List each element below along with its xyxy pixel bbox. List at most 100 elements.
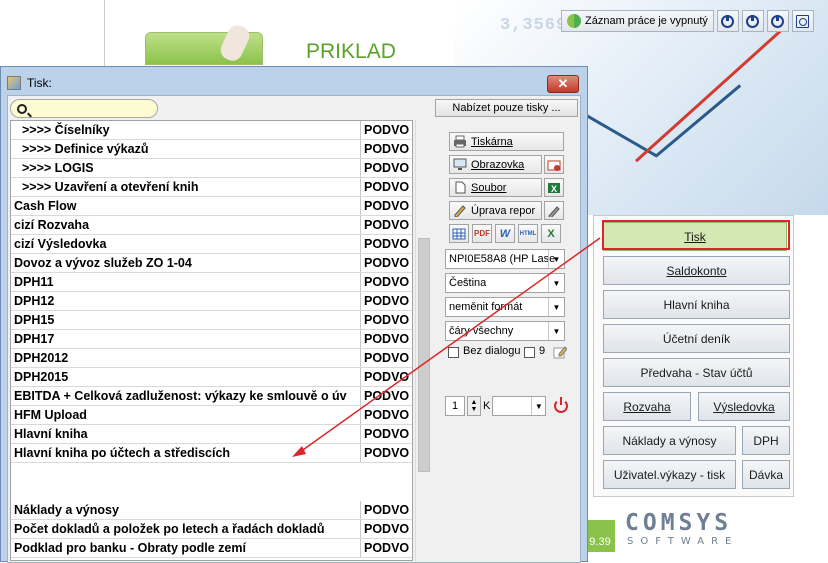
table-row[interactable]: Hlavní kniha po účtech a střediscích PODV… [11, 444, 412, 463]
work-log-status-label: Záznam práce je vypnutý [585, 15, 708, 27]
format-select-value: neměnit formát [449, 301, 523, 313]
report-type-cell: PODVO [364, 503, 410, 517]
table-row[interactable]: Podklad pro banku - Obraty podle zemí POD… [11, 539, 412, 558]
table-row[interactable]: DPH12 PODVO [11, 292, 412, 311]
table-row[interactable]: DPH15 PODVO [11, 311, 412, 330]
table-row[interactable]: EBITDA + Celková zadluženost: výkazy ke … [11, 387, 412, 406]
html-export-button[interactable]: HTML [518, 224, 538, 243]
uzivatel-vykazy-label: Uživatel.výkazy - tisk [613, 467, 726, 482]
word-export-button[interactable]: W [495, 224, 515, 243]
hlavni-kniha-button[interactable]: Hlavní kniha [603, 290, 790, 319]
screen-email-button[interactable] [544, 155, 564, 174]
predvaha-label: Předvaha - Stav účtů [640, 365, 753, 380]
report-name-cell: >>>> Číselníky [11, 121, 361, 139]
vysledovka-button[interactable]: Výsledovka [698, 392, 790, 421]
printer-output-button[interactable]: Tiskárna [449, 132, 564, 151]
naklady-vynosy-label: Náklady a výnosy [622, 433, 717, 448]
file-icon [455, 181, 466, 194]
naklady-vynosy-button[interactable]: Náklady a výnosy [603, 426, 736, 455]
report-type-cell: PODVO [364, 142, 410, 156]
close-button[interactable]: ✕ [547, 75, 579, 93]
work-log-status-button[interactable]: Záznam práce je vypnutý [561, 10, 714, 32]
ucetni-denik-label: Účetní deník [662, 331, 731, 346]
report-button[interactable] [791, 10, 814, 32]
scrollbar-thumb[interactable] [418, 238, 430, 472]
file-output-label: Soubor [471, 181, 507, 194]
excel-export-button[interactable]: X [541, 224, 561, 243]
svg-text:X: X [551, 184, 557, 194]
pen-icon [454, 205, 466, 217]
search-input[interactable] [30, 101, 150, 116]
pdf-export-button[interactable]: PDF [472, 224, 492, 243]
dialog-body: Nabízet pouze tisky ... >>>> Číselníky PO… [7, 95, 581, 563]
table-row[interactable]: >>>> LOGIS PODVO [11, 159, 412, 178]
stopwatch-icon [746, 14, 760, 28]
power-icon[interactable] [554, 397, 569, 413]
table-row[interactable]: Dovoz a vývoz služeb ZO 1-04 PODVO [11, 254, 412, 273]
davka-button[interactable]: Dávka [742, 460, 790, 489]
pdf-icon: PDF [474, 229, 490, 238]
stopwatch-start-button[interactable] [716, 10, 739, 32]
report-list[interactable]: >>>> Číselníky PODVO >>>> Definice výkazů P… [10, 120, 413, 561]
table-row[interactable]: Počet dokladů a položek po letech a řadá… [11, 520, 412, 539]
predvaha-button[interactable]: Předvaha - Stav účtů [603, 358, 790, 387]
report-name-cell: Hlavní kniha po účtech a střediscích [11, 444, 361, 462]
table-row[interactable]: >>>> Uzavření a otevření knih PODVO [11, 178, 412, 197]
report-edit-button[interactable]: Úprava repor [449, 201, 542, 220]
language-select[interactable]: Čeština ▼ [445, 273, 565, 293]
report-type-cell: PODVO [364, 161, 410, 175]
report-type-cell: PODVO [364, 446, 410, 460]
copies-stepper[interactable]: ▲ ▼ [467, 396, 481, 416]
table-row[interactable]: cizí Výsledovka PODVO [11, 235, 412, 254]
table-row[interactable]: Náklady a výnosy PODVO [11, 501, 412, 520]
report-name-cell: Počet dokladů a položek po letech a řadá… [11, 520, 361, 538]
report-list-scrollbar[interactable] [415, 120, 431, 561]
format-select[interactable]: neměnit formát ▼ [445, 297, 565, 317]
search-icon [17, 103, 27, 114]
printer-select[interactable]: NPI0E58A8 (HP Lase ▼ [445, 249, 565, 269]
ucetni-denik-button[interactable]: Účetní deník [603, 324, 790, 353]
table-row[interactable]: DPH11 PODVO [11, 273, 412, 292]
report-designer-button[interactable] [544, 201, 564, 220]
dialog-titlebar[interactable]: Tisk: [7, 73, 52, 93]
bez-dialogu-checkbox[interactable] [448, 347, 459, 358]
table-row[interactable]: >>>> Číselníky PODVO [11, 121, 412, 140]
search-box[interactable] [10, 99, 158, 118]
lines-select[interactable]: čáry všechny ▼ [445, 321, 565, 341]
copies-combo[interactable]: ▼ [492, 396, 547, 416]
edit-icon [553, 346, 567, 359]
screen-output-button[interactable]: Obrazovka [449, 155, 542, 174]
table-row[interactable]: cizí Rozvaha PODVO [11, 216, 412, 235]
settings-edit-button[interactable] [552, 344, 568, 360]
table-row[interactable]: >>>> Definice výkazů PODVO [11, 140, 412, 159]
report-name-cell: DPH12 [11, 292, 361, 310]
table-row[interactable]: DPH2012 PODVO [11, 349, 412, 368]
rozvaha-button[interactable]: Rozvaha [603, 392, 691, 421]
report-type-cell: PODVO [364, 294, 410, 308]
report-name-cell: Hlavní kniha [11, 425, 361, 443]
table-export-button[interactable] [449, 224, 469, 243]
stopwatch-stop-button[interactable] [766, 10, 789, 32]
report-type-cell: PODVO [364, 408, 410, 422]
table-row[interactable]: Cash Flow PODVO [11, 197, 412, 216]
chevron-down-icon: ▼ [548, 322, 564, 340]
saldokonto-label: Saldokonto [666, 263, 727, 278]
table-row[interactable]: DPH2015 PODVO [11, 368, 412, 387]
copies-input[interactable]: 1 [445, 396, 465, 416]
report-name-cell: HFM Upload [11, 406, 361, 424]
uzivatel-vykazy-button[interactable]: Uživatel.výkazy - tisk [603, 460, 736, 489]
stopwatch-pause-button[interactable] [741, 10, 764, 32]
dph-label: DPH [753, 433, 779, 448]
option-9-checkbox[interactable] [524, 347, 535, 358]
table-row[interactable]: DPH17 PODVO [11, 330, 412, 349]
word-icon: W [499, 227, 511, 240]
file-excel-button[interactable]: X [544, 178, 564, 197]
stopwatch-icon [771, 14, 785, 28]
dph-button[interactable]: DPH [742, 426, 790, 455]
offer-only-button[interactable]: Nabízet pouze tisky ... [435, 99, 578, 117]
report-name-cell: Cash Flow [11, 197, 361, 215]
file-output-button[interactable]: Soubor [449, 178, 542, 197]
saldokonto-button[interactable]: Saldokonto [603, 256, 790, 285]
table-row[interactable]: HFM Upload PODVO [11, 406, 412, 425]
table-row[interactable]: Hlavní kniha PODVO [11, 425, 412, 444]
